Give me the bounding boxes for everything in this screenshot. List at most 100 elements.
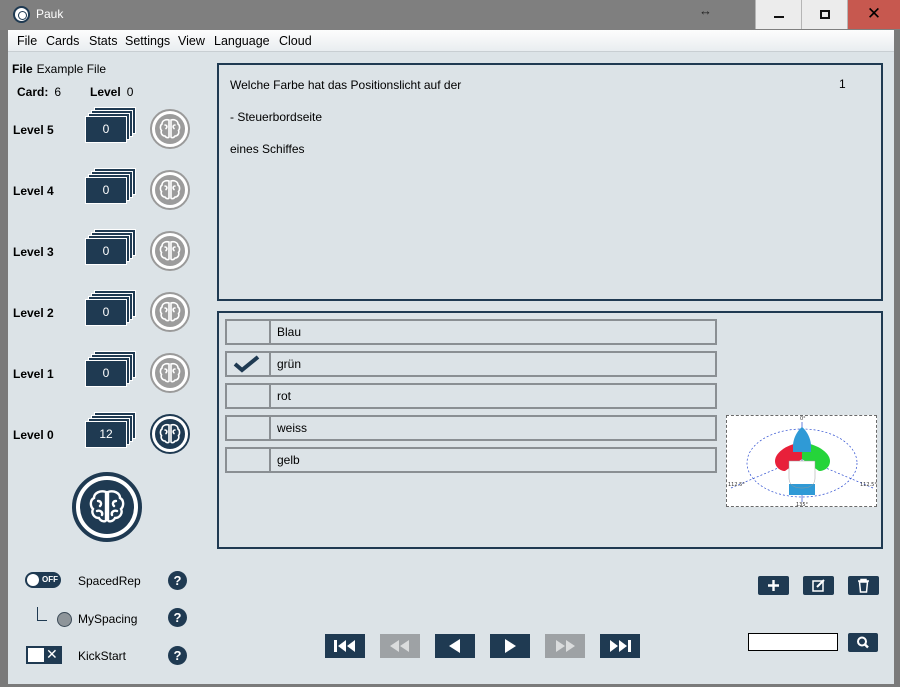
minimize-icon bbox=[773, 15, 784, 18]
learn-level-button[interactable] bbox=[150, 109, 190, 149]
file-name: Example File bbox=[36, 62, 107, 76]
first-icon bbox=[334, 640, 355, 652]
menu-file[interactable]: File bbox=[17, 34, 37, 48]
answer-checkbox[interactable] bbox=[227, 417, 271, 439]
indent-connector bbox=[37, 607, 47, 621]
card-stack[interactable]: 0 bbox=[85, 168, 139, 204]
card-stack[interactable]: 0 bbox=[85, 107, 139, 143]
learn-level-button[interactable] bbox=[150, 231, 190, 271]
answer-checkbox[interactable] bbox=[227, 449, 271, 471]
diagram-top-angle: 0° bbox=[800, 416, 806, 422]
kickstart-label: KickStart bbox=[78, 649, 127, 663]
card-value: 6 bbox=[54, 85, 62, 99]
card-stack[interactable]: 0 bbox=[85, 290, 139, 326]
rewind-button[interactable] bbox=[380, 634, 420, 658]
navigation-light-diagram: 0° 112.5° 112.5° 135° bbox=[726, 415, 877, 508]
previous-card-button[interactable] bbox=[435, 634, 475, 658]
menu-cards[interactable]: Cards bbox=[46, 34, 79, 48]
edit-icon bbox=[812, 579, 825, 592]
question-number: 1 bbox=[839, 77, 846, 91]
answer-option[interactable]: weiss bbox=[225, 415, 717, 441]
next-icon bbox=[505, 639, 516, 653]
card-count: 0 bbox=[85, 177, 127, 204]
maximize-button[interactable] bbox=[801, 0, 847, 29]
minimize-button[interactable] bbox=[755, 0, 801, 29]
question-line: Welche Farbe hat das Positionslicht auf … bbox=[230, 78, 462, 92]
level-value: 0 bbox=[126, 85, 134, 99]
spacedrep-label: SpacedRep bbox=[78, 574, 141, 588]
file-label: File bbox=[12, 62, 33, 76]
add-card-button[interactable] bbox=[758, 576, 789, 595]
level-info: Level 0 bbox=[90, 85, 133, 99]
resize-icon: ↔ bbox=[699, 3, 712, 18]
diagram-bottom-angle: 135° bbox=[796, 502, 809, 508]
trash-icon bbox=[858, 578, 869, 593]
menu-view[interactable]: View bbox=[178, 34, 205, 48]
close-button[interactable]: ✕ bbox=[847, 0, 900, 29]
answer-option[interactable]: rot bbox=[225, 383, 717, 409]
title-bar: Pauk ↔ ✕ bbox=[0, 0, 900, 30]
learn-level-button[interactable] bbox=[150, 353, 190, 393]
search-input[interactable] bbox=[748, 633, 838, 651]
menu-settings[interactable]: Settings bbox=[125, 34, 170, 48]
edit-card-button[interactable] bbox=[803, 576, 834, 595]
question-line: - Steuerbordseite bbox=[230, 110, 323, 124]
myspacing-radio[interactable] bbox=[57, 612, 72, 627]
next-card-button[interactable] bbox=[490, 634, 530, 658]
answer-text: grün bbox=[277, 357, 302, 371]
answer-checkbox[interactable] bbox=[227, 385, 271, 407]
fast-forward-icon bbox=[556, 640, 575, 652]
level-label: Level 5 bbox=[13, 123, 54, 137]
start-learning-button[interactable] bbox=[72, 472, 142, 542]
search-button[interactable] bbox=[848, 633, 878, 652]
spacedrep-toggle[interactable]: OFF bbox=[25, 572, 61, 588]
brain-icon bbox=[159, 179, 181, 200]
answer-text: Blau bbox=[277, 325, 302, 339]
answer-option[interactable]: gelb bbox=[225, 447, 717, 473]
delete-card-button[interactable] bbox=[848, 576, 879, 595]
menu-language[interactable]: Language bbox=[214, 34, 270, 48]
answer-checkbox[interactable] bbox=[227, 321, 271, 343]
kickstart-x-icon: ✕ bbox=[46, 646, 58, 662]
help-kickstart-icon[interactable]: ? bbox=[168, 646, 187, 665]
learn-level-button[interactable] bbox=[150, 292, 190, 332]
menu-cloud[interactable]: Cloud bbox=[279, 34, 312, 48]
help-myspacing-icon[interactable]: ? bbox=[168, 608, 187, 627]
answers-panel: Blau grün rot weiss gelb 0° 112.5° 112.5° 13… bbox=[217, 311, 883, 549]
plus-icon bbox=[768, 580, 779, 591]
app-logo-icon bbox=[13, 6, 30, 23]
card-count: 0 bbox=[85, 299, 127, 326]
level-label: Level 3 bbox=[13, 245, 54, 259]
answer-option[interactable]: grün bbox=[225, 351, 717, 377]
diagram-right-angle: 112.5° bbox=[860, 482, 877, 488]
rewind-icon bbox=[390, 640, 409, 652]
help-spacedrep-icon[interactable]: ? bbox=[168, 571, 187, 590]
card-stack[interactable]: 12 bbox=[85, 412, 139, 448]
close-icon: ✕ bbox=[866, 4, 882, 23]
card-stack[interactable]: 0 bbox=[85, 229, 139, 265]
window-title: Pauk bbox=[36, 7, 64, 21]
search-icon bbox=[857, 636, 869, 649]
question-line: eines Schiffes bbox=[230, 142, 305, 156]
level-label: Level 4 bbox=[13, 184, 54, 198]
card-count: 0 bbox=[85, 360, 127, 387]
last-card-button[interactable] bbox=[600, 634, 640, 658]
learn-level-button[interactable] bbox=[150, 414, 190, 454]
menu-stats[interactable]: Stats bbox=[89, 34, 118, 48]
level-label: Level 1 bbox=[13, 367, 54, 381]
question-panel: Welche Farbe hat das Positionslicht auf … bbox=[217, 63, 883, 301]
fast-forward-button[interactable] bbox=[545, 634, 585, 658]
diagram-left-angle: 112.5° bbox=[728, 482, 745, 488]
kickstart-checkbox[interactable]: ✕ bbox=[26, 646, 62, 664]
card-label: Card: bbox=[17, 85, 49, 99]
answer-text: gelb bbox=[277, 453, 300, 467]
first-card-button[interactable] bbox=[325, 634, 365, 658]
learn-level-button[interactable] bbox=[150, 170, 190, 210]
answer-checkbox[interactable] bbox=[227, 353, 271, 375]
last-icon bbox=[610, 640, 631, 652]
brain-icon bbox=[159, 423, 181, 444]
maximize-icon bbox=[819, 10, 830, 20]
card-count: 0 bbox=[85, 238, 127, 265]
card-stack[interactable]: 0 bbox=[85, 351, 139, 387]
answer-option[interactable]: Blau bbox=[225, 319, 717, 345]
